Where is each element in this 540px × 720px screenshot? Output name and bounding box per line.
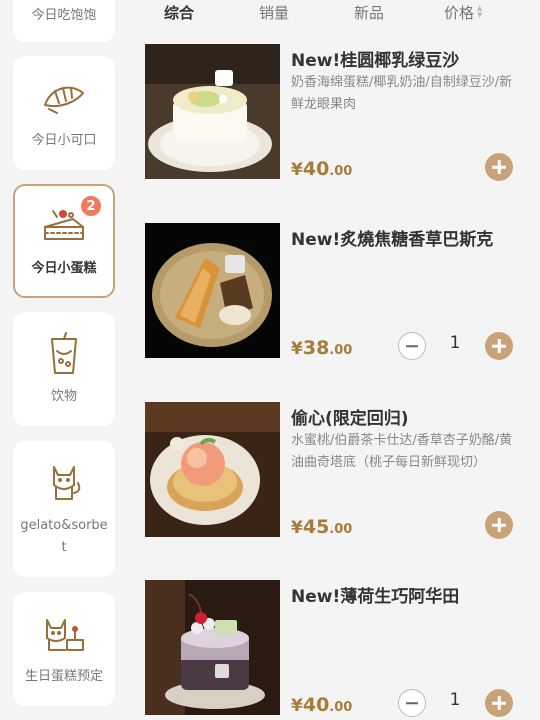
- croissant-icon: [41, 74, 87, 120]
- sidebar-item-label: 饮物: [50, 389, 77, 404]
- product-image[interactable]: [145, 44, 280, 179]
- price-decimal: .00: [329, 700, 353, 715]
- category-sidebar: 今日吃饱饱 今日小可口 2 今日小蛋糕 饮物 gelato&sorbet 生日蛋…: [0, 0, 128, 720]
- sidebar-item-label: 今日小可口: [31, 133, 97, 148]
- decrease-quantity-button[interactable]: [398, 332, 426, 360]
- price-currency: ¥: [291, 160, 303, 180]
- sidebar-item-drinks[interactable]: 饮物: [13, 312, 115, 426]
- product-card[interactable]: New!桂圆椰乳绿豆沙 奶香海绵蛋糕/椰乳奶油/自制绿豆沙/新鲜龙眼果肉 ¥40…: [145, 44, 540, 184]
- product-price: ¥45.00: [291, 516, 352, 538]
- product-description: 奶香海绵蛋糕/椰乳奶油/自制绿豆沙/新鲜龙眼果肉: [291, 75, 513, 112]
- add-to-cart-button[interactable]: [485, 153, 513, 181]
- sort-arrows-icon: ▲ ▼: [477, 3, 483, 19]
- price-integer: 38: [302, 337, 330, 359]
- sidebar-item-label: 今日吃饱饱: [31, 8, 97, 23]
- sidebar-item-label: 今日小蛋糕: [31, 261, 97, 276]
- quantity-value: 1: [449, 690, 461, 710]
- product-image[interactable]: [145, 402, 280, 537]
- price-integer: 40: [302, 694, 330, 716]
- product-image[interactable]: [145, 580, 280, 715]
- price-decimal: .00: [329, 343, 353, 358]
- price-decimal: .00: [329, 164, 353, 179]
- price-currency: ¥: [291, 518, 303, 538]
- product-card[interactable]: New!炙燒焦糖香草巴斯克 ¥38.00 1: [145, 223, 540, 363]
- add-to-cart-button[interactable]: [485, 332, 513, 360]
- product-price: ¥40.00: [291, 158, 352, 180]
- price-decimal: .00: [329, 522, 353, 537]
- price-currency: ¥: [291, 696, 303, 716]
- quantity-value: 1: [449, 333, 461, 353]
- product-image[interactable]: [145, 223, 280, 358]
- sidebar-item-label: 生日蛋糕预定: [24, 669, 103, 684]
- add-to-cart-button[interactable]: [485, 689, 513, 717]
- product-card[interactable]: 偷心(限定回归) 水蜜桃/伯爵茶卡仕达/香草杏子奶酪/黄油曲奇塔底（桃子每日新鲜…: [145, 402, 540, 542]
- product-title: New!薄荷生巧阿华田: [291, 587, 460, 607]
- product-description: 水蜜桃/伯爵茶卡仕达/香草杏子奶酪/黄油曲奇塔底（桃子每日新鲜现切）: [291, 433, 513, 470]
- cat-icon: [41, 459, 87, 505]
- sidebar-item-filling-meals[interactable]: 今日吃饱饱: [13, 0, 115, 42]
- sidebar-item-small-cakes[interactable]: 2 今日小蛋糕: [13, 184, 115, 298]
- price-integer: 45: [302, 516, 330, 538]
- product-title: New!桂圆椰乳绿豆沙: [291, 51, 460, 71]
- sidebar-item-snacks[interactable]: 今日小可口: [13, 56, 115, 170]
- decrease-quantity-button[interactable]: [398, 689, 426, 717]
- tab-price[interactable]: 价格 ▲ ▼: [444, 2, 482, 23]
- tab-new[interactable]: 新品: [354, 2, 384, 23]
- product-price: ¥40.00: [291, 694, 352, 716]
- product-price: ¥38.00: [291, 337, 352, 359]
- sort-tabs: 综合 销量 新品 价格 ▲ ▼: [128, 0, 540, 26]
- product-card[interactable]: New!薄荷生巧阿华田 ¥40.00 1: [145, 580, 540, 720]
- price-currency: ¥: [291, 339, 303, 359]
- price-integer: 40: [302, 158, 330, 180]
- add-to-cart-button[interactable]: [485, 511, 513, 539]
- cart-count-badge: 2: [79, 194, 103, 218]
- birthday-cat-icon: [41, 610, 87, 656]
- product-title: 偷心(限定回归): [291, 409, 409, 429]
- drink-cup-icon: [41, 330, 87, 376]
- product-title: New!炙燒焦糖香草巴斯克: [291, 230, 494, 250]
- tab-sales[interactable]: 销量: [259, 2, 289, 23]
- tab-comprehensive[interactable]: 综合: [164, 2, 194, 23]
- sidebar-item-gelato-sorbet[interactable]: gelato&sorbet: [13, 441, 115, 577]
- sidebar-item-label: gelato&sorbet: [20, 518, 108, 555]
- sidebar-item-birthday-cake-booking[interactable]: 生日蛋糕预定: [13, 592, 115, 706]
- tab-price-label: 价格: [444, 4, 475, 22]
